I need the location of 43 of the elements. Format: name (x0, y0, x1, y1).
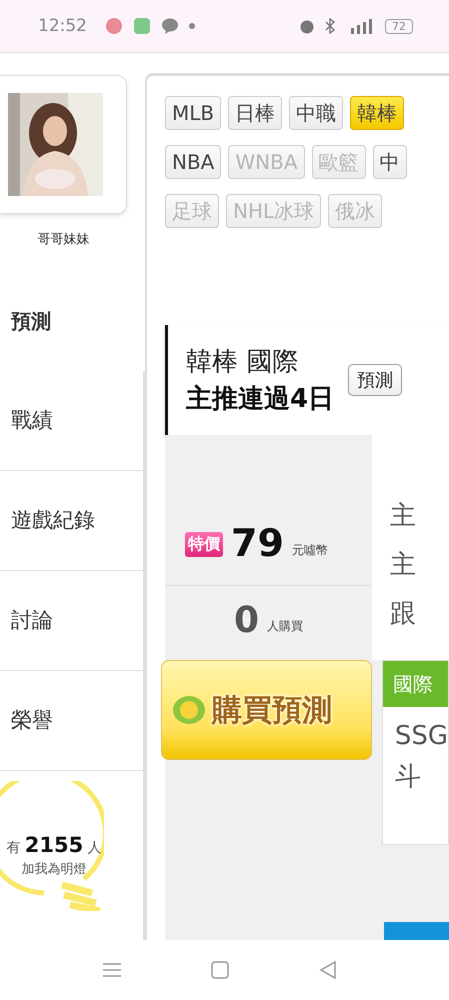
game-category: 國際 (382, 661, 448, 707)
sale-badge: 特價 (185, 532, 223, 557)
bluetooth-icon (325, 18, 335, 34)
league-tab[interactable]: NBA (165, 145, 222, 179)
section-bar (384, 922, 449, 940)
home-icon[interactable] (210, 961, 228, 979)
league-tab[interactable]: 中職 (289, 96, 344, 130)
buyer-count: 0 (234, 600, 260, 641)
menu-icon[interactable] (102, 963, 120, 977)
record-button[interactable]: 預測 (348, 364, 402, 396)
app-icon (133, 17, 151, 35)
side-menu-item[interactable]: 榮譽 (0, 670, 145, 771)
team-name: SSG (394, 721, 448, 751)
app-icon (105, 17, 123, 35)
dot-icon (189, 23, 195, 29)
side-menu-item[interactable]: 討論 (0, 570, 145, 671)
coin-icon (172, 695, 206, 725)
profile-card[interactable] (0, 75, 127, 214)
buyer-label: 人購買 (267, 618, 304, 635)
fan-caption: 加我為明燈 (22, 860, 86, 878)
battery-indicator: 72 (385, 18, 413, 34)
league-title: 韓棒 國際 (186, 346, 300, 379)
side-menu-item[interactable]: 遊戲紀錄 (0, 470, 145, 571)
league-tab[interactable]: 韓棒 (350, 96, 404, 130)
pick-line: 主 (390, 549, 417, 582)
league-tab[interactable]: MLB (165, 96, 222, 130)
chat-icon (161, 17, 179, 35)
alarm-icon (299, 18, 315, 34)
price: 79 (231, 521, 284, 565)
buy-button[interactable]: 購買預測 (161, 660, 372, 760)
currency-label: 元噓幣 (292, 542, 328, 559)
back-icon[interactable] (318, 961, 336, 979)
fan-count: 有 2155 人 (6, 832, 102, 857)
streak-text: 主推連過4日 (186, 383, 334, 416)
lightbulb-icon (0, 780, 104, 911)
pick-line: 跟 (390, 598, 417, 631)
side-menu-item[interactable]: 戰績 (0, 370, 145, 471)
team-name: 斗 (394, 761, 422, 794)
league-tab[interactable]: 中 (372, 145, 407, 179)
pick-line: 主 (390, 500, 417, 533)
profile-name: 哥哥妹妹 (36, 230, 90, 248)
clock: 12:52 (38, 16, 87, 36)
league-tab[interactable]: 日棒 (228, 96, 282, 130)
